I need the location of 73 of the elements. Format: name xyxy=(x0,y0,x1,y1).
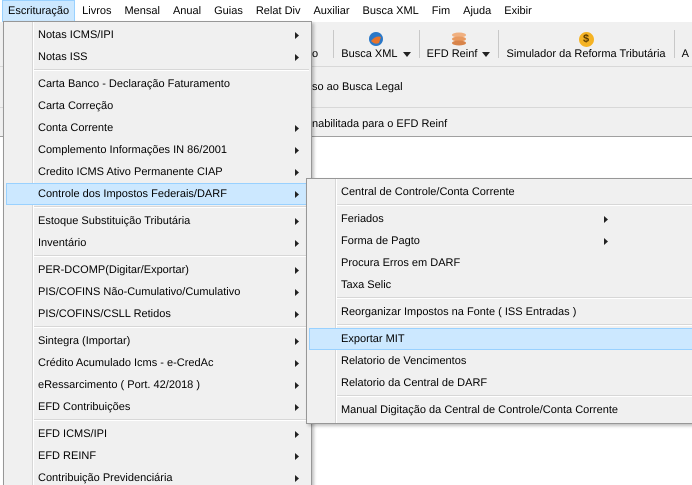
submenu-arrow-icon xyxy=(295,360,299,367)
submenu-arrow-icon xyxy=(295,32,299,39)
menu-item[interactable]: Notas ISS xyxy=(6,46,309,68)
submenu-arrow-icon xyxy=(295,191,299,198)
menu-item[interactable]: EFD ICMS/IPI xyxy=(6,423,309,445)
menu-item[interactable]: Reorganizar Impostos na Fonte ( ISS Entradas ) xyxy=(309,301,692,323)
caret-icon xyxy=(402,52,411,56)
caret-icon xyxy=(482,52,490,56)
menu-item[interactable]: Procura Erros em DARF xyxy=(309,252,692,274)
submenu-arrow-icon xyxy=(295,338,299,345)
menu-bar-item[interactable]: Auxiliar xyxy=(307,0,356,22)
menu-item[interactable]: Carta Banco - Declaração Faturamento xyxy=(6,73,309,95)
submenu-arrow-icon xyxy=(295,218,299,225)
message-text: so ao Busca Legal xyxy=(312,81,403,93)
menu-item[interactable]: Estoque Substituição Tributária xyxy=(6,210,309,232)
menu-bar-item[interactable]: Exibir xyxy=(498,0,538,22)
submenu-arrow-icon xyxy=(295,289,299,296)
toolbar-button[interactable]: Busca XML xyxy=(338,22,414,66)
menu-bar-item[interactable]: Relat Div xyxy=(250,0,306,22)
submenu-arrow-icon xyxy=(295,147,299,154)
menu-item[interactable]: Complemento Informações IN 86/2001 xyxy=(6,139,309,161)
submenu-arrow-icon xyxy=(295,453,299,460)
submenu-arrow-icon xyxy=(295,267,299,274)
menu-item[interactable]: Sintegra (Importar) xyxy=(6,330,309,352)
submenu-arrow-icon xyxy=(295,169,299,176)
menu-item[interactable]: Notas ICMS/IPI xyxy=(6,24,309,46)
menu-item[interactable]: Relatorio de Vencimentos xyxy=(309,350,692,372)
toolbar-button[interactable]: EFD Reinf xyxy=(424,22,494,66)
menu-item[interactable]: Controle dos Impostos Federais/DARF xyxy=(6,183,309,205)
submenu-arrow-icon xyxy=(295,125,299,132)
menu-item[interactable]: Carta Correção xyxy=(6,95,309,117)
submenu-arrow-icon xyxy=(295,475,299,482)
menu-item[interactable]: Exportar MIT xyxy=(309,328,692,350)
menu-item[interactable]: eRessarcimento ( Port. 42/2018 ) xyxy=(6,374,309,396)
submenu-arrow-icon xyxy=(295,311,299,318)
menu-item[interactable]: EFD Contribuições xyxy=(6,396,309,418)
submenu-arrow-icon xyxy=(295,240,299,247)
menu-bar-item[interactable]: Livros xyxy=(76,0,118,22)
menu-item[interactable]: Central de Controle/Conta Corrente xyxy=(309,181,692,203)
menu-bar-item[interactable]: Busca XML xyxy=(356,0,425,22)
toolbar-button[interactable]: o xyxy=(309,22,328,66)
menu-bar-item[interactable]: Escrituração xyxy=(2,0,76,22)
menu-item[interactable]: Inventário xyxy=(6,232,309,254)
menu-item[interactable]: Crédito Acumulado Icms - e-CredAc xyxy=(6,352,309,374)
toolbar-button[interactable]: A xyxy=(678,22,692,66)
menu-bar-item[interactable]: Guias xyxy=(208,0,249,22)
coins-icon xyxy=(450,32,467,46)
menu-item[interactable]: Conta Corrente xyxy=(6,117,309,139)
menu-item[interactable]: PIS/COFINS Não-Cumulativo/Cumulativo xyxy=(6,281,309,303)
menu-item[interactable]: Contribuição Previdenciária xyxy=(6,467,309,485)
submenu-arrow-icon xyxy=(604,238,608,245)
submenu-arrow-icon xyxy=(604,216,608,223)
menu-bar-item[interactable]: Fim xyxy=(426,0,456,22)
menu-item[interactable]: Forma de Pagto xyxy=(309,230,692,252)
menu-bar-item[interactable]: Mensal xyxy=(118,0,166,22)
submenu-arrow-icon xyxy=(295,54,299,61)
menu-item[interactable]: Credito ICMS Ativo Permanente CIAP xyxy=(6,161,309,183)
menu-bar-item[interactable]: Anual xyxy=(166,0,208,22)
toolbar-button[interactable]: $ Simulador da Reforma Tributária xyxy=(504,22,669,66)
submenu-arrow-icon xyxy=(295,382,299,389)
menu-bar-item[interactable]: Ajuda xyxy=(457,0,498,22)
menu-item[interactable]: PIS/COFINS/CSLL Retidos xyxy=(6,303,309,325)
menu-item[interactable]: Relatorio da Central de DARF xyxy=(309,372,692,394)
coin-icon: $ xyxy=(578,32,594,46)
submenu-arrow-icon xyxy=(295,404,299,411)
message-text: nabilitada para o EFD Reinf xyxy=(312,118,448,130)
menu-item[interactable]: PER-DCOMP(Digitar/Exportar) xyxy=(6,259,309,281)
menu-item[interactable]: Manual Digitação da Central de Controle/Conta Corrente xyxy=(309,399,692,421)
menu-item[interactable]: Feriados xyxy=(309,208,692,230)
submenu-arrow-icon xyxy=(295,431,299,438)
globe-icon xyxy=(368,31,384,47)
menu-item[interactable]: EFD REINF xyxy=(6,445,309,467)
menu-item[interactable]: Taxa Selic xyxy=(309,274,692,296)
